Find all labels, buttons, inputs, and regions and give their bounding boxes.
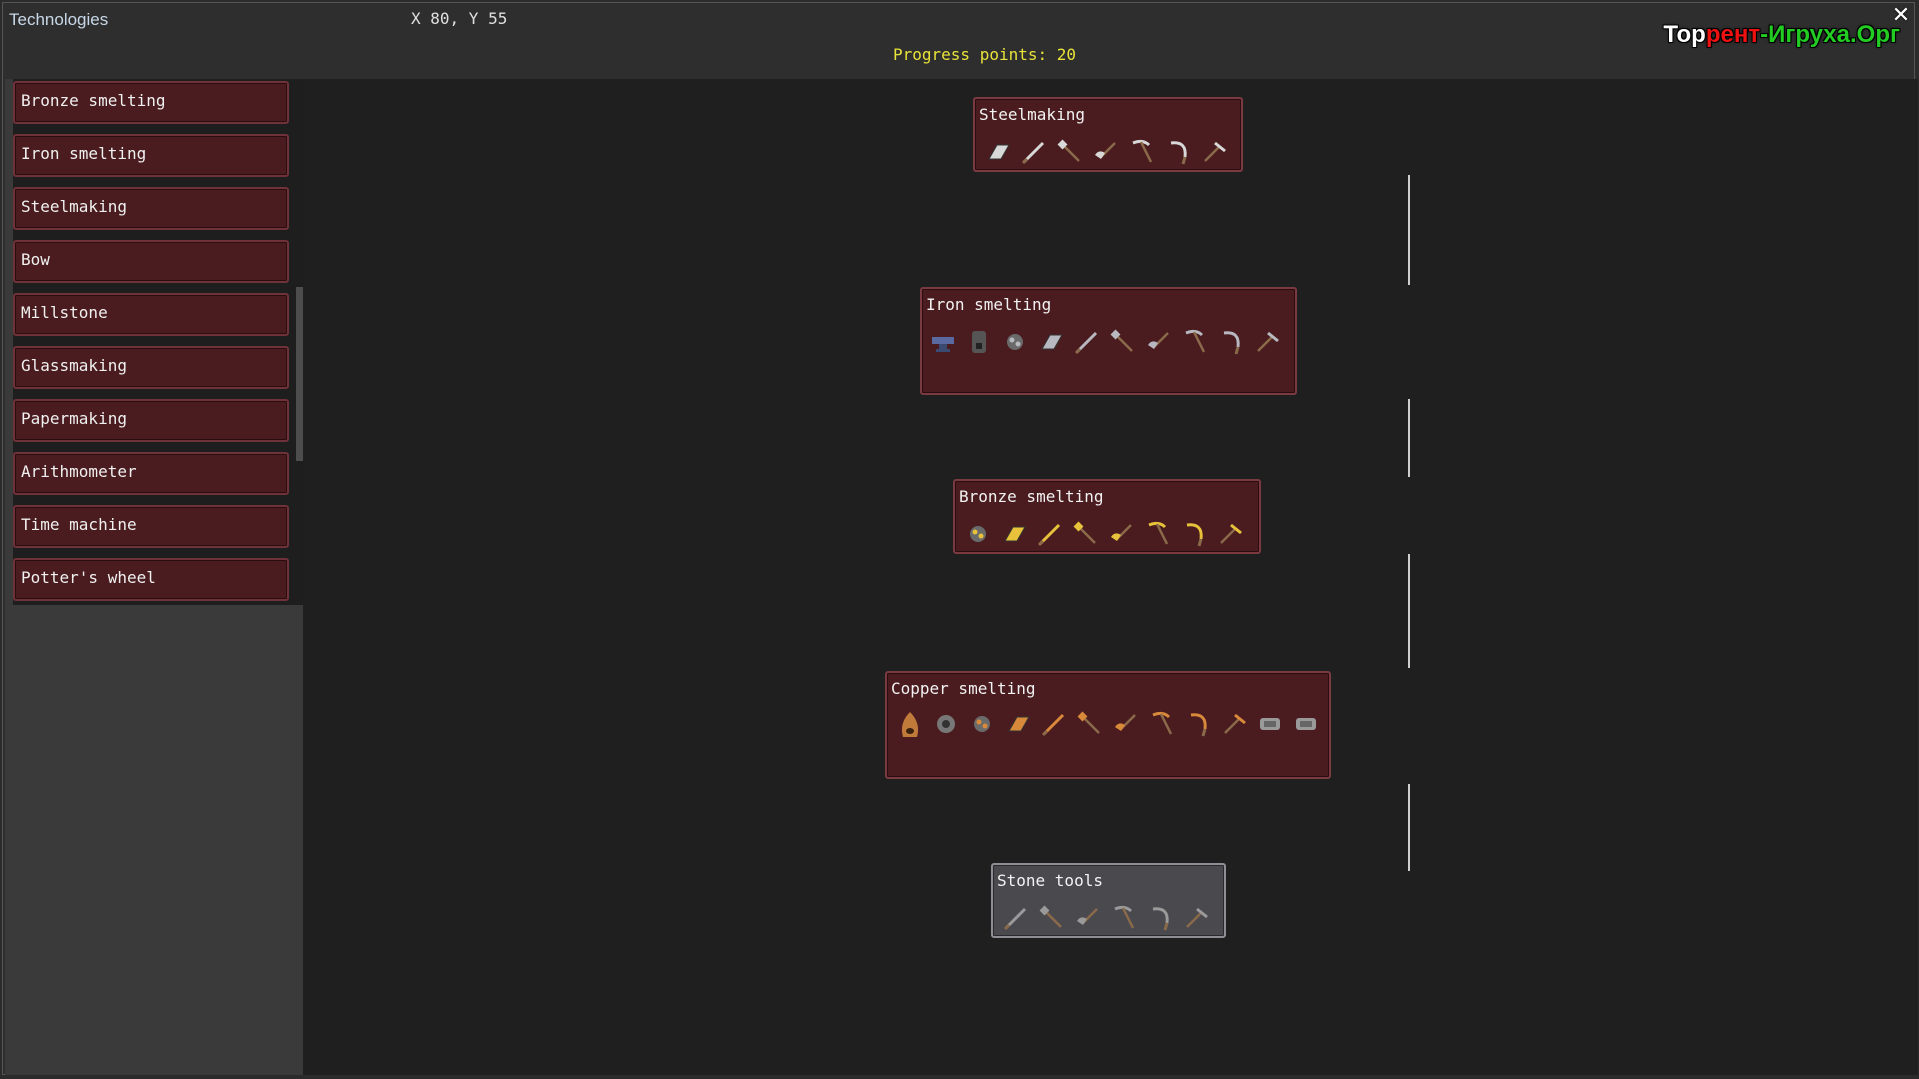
furnace-icon [964,327,994,357]
axe-icon [1144,327,1174,357]
sickle-icon [1216,327,1246,357]
pickaxe-icon [1127,137,1157,167]
kiln-icon [895,709,925,739]
watermark-part: рент [1705,21,1761,48]
anvil-icon [928,327,958,357]
pickaxe-icon [1180,327,1210,357]
tree-connector [1408,554,1410,668]
tech-node-bronze-smelting[interactable]: Bronze smelting [953,479,1261,554]
watermark-part: -Игруха [1760,21,1850,48]
tech-node-iron-smelting[interactable]: Iron smelting [920,287,1297,395]
bellows-icon [931,709,961,739]
axe-icon [1107,519,1137,549]
technologies-window: Technologies X 80, Y 55 Progress points:… [2,2,1918,1075]
shovel-icon [1108,327,1138,357]
tech-node-title: Iron smelting [926,295,1052,314]
sidebar-item-bronze-smelting[interactable]: Bronze smelting [13,81,289,124]
pickaxe-icon [1109,903,1139,933]
tech-node-title: Steelmaking [979,105,1085,124]
axe-icon [1091,137,1121,167]
ore-icon [1000,327,1030,357]
tech-node-icons [928,327,1282,357]
sidebar-item-bow[interactable]: Bow [13,240,289,283]
sidebar-item-potters-wheel[interactable]: Potter's wheel [13,558,289,601]
ingot-icon [999,519,1029,549]
sickle-icon [1145,903,1175,933]
tech-node-stone-tools[interactable]: Stone tools [991,863,1226,938]
axe-icon [1073,903,1103,933]
ore-icon [963,519,993,549]
window-title: Technologies [9,10,109,29]
shovel-icon [1055,137,1085,167]
ingot-icon [983,137,1013,167]
sidebar-item-glassmaking[interactable]: Glassmaking [13,346,289,389]
sidebar-item-millstone[interactable]: Millstone [13,293,289,336]
sickle-icon [1163,137,1193,167]
ingot-icon [1036,327,1066,357]
mold-icon [1291,709,1321,739]
tree-connector [1408,175,1410,285]
tech-tree-canvas[interactable]: Steelmaking Iron smelting Bronze smeltin… [303,79,1918,1075]
tech-node-title: Bronze smelting [959,487,1104,506]
tech-node-title: Copper smelting [891,679,1036,698]
hoe-icon [1181,903,1211,933]
ingot-icon [1003,709,1033,739]
tree-connector [1408,784,1410,871]
coords-readout: X 80, Y 55 [411,9,508,28]
ore-icon [967,709,997,739]
mold-icon [1255,709,1285,739]
close-icon[interactable]: ✕ [1890,5,1912,27]
pickaxe-icon [1147,709,1177,739]
sickle-icon [1179,519,1209,549]
tech-node-icons [895,709,1327,739]
tech-node-icons [963,519,1245,549]
shovel-icon [1075,709,1105,739]
watermark-logo: Торрент-Игруха.Орг [1663,21,1900,49]
pickaxe-icon [1143,519,1173,549]
hoe-icon [1215,519,1245,549]
tech-node-icons [1001,903,1211,933]
axe-icon [1111,709,1141,739]
sidebar-item-steelmaking[interactable]: Steelmaking [13,187,289,230]
shovel-icon [1071,519,1101,549]
hoe-icon [1252,327,1282,357]
sidebar-item-arithmometer[interactable]: Arithmometer [13,452,289,495]
watermark-part: Тор [1663,21,1706,48]
sidebar-item-iron-smelting[interactable]: Iron smelting [13,134,289,177]
progress-points: Progress points: 20 [893,45,1077,64]
shovel-icon [1037,903,1067,933]
sickle-icon [1183,709,1213,739]
sword-icon [1072,327,1102,357]
tech-node-copper-smelting[interactable]: Copper smelting [885,671,1331,779]
sword-icon [1019,137,1049,167]
sword-icon [1035,519,1065,549]
hoe-icon [1199,137,1229,167]
tech-node-title: Stone tools [997,871,1103,890]
sidebar-item-papermaking[interactable]: Papermaking [13,399,289,442]
sidebar: Bronze smelting Iron smelting Steelmakin… [5,79,305,1075]
sword-icon [1001,903,1031,933]
sword-icon [1039,709,1069,739]
tech-node-icons [983,137,1229,167]
sidebar-list: Bronze smelting Iron smelting Steelmakin… [13,81,289,611]
hoe-icon [1219,709,1249,739]
tree-connector [1408,399,1410,477]
sidebar-item-time-machine[interactable]: Time machine [13,505,289,548]
sidebar-scrollbar-thumb[interactable] [296,287,303,461]
tech-node-steelmaking[interactable]: Steelmaking [973,97,1243,172]
